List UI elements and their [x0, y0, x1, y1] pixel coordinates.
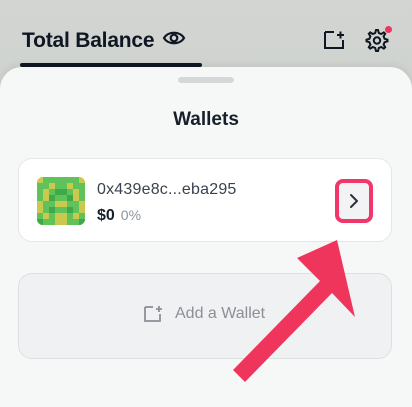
add-card-icon[interactable]	[322, 29, 346, 56]
total-balance-label: Total Balance	[22, 28, 155, 52]
wallet-address: 0x439e8c...eba295	[97, 181, 237, 198]
eye-icon[interactable]	[162, 28, 186, 53]
add-wallet-icon	[144, 306, 162, 322]
add-wallet-button[interactable]: Add a Wallet	[18, 273, 392, 359]
notification-dot	[385, 26, 392, 33]
wallet-change: 0%	[120, 207, 142, 223]
sheet-handle[interactable]	[178, 77, 234, 83]
wallet-avatar	[37, 177, 85, 225]
top-header: Total Balance	[0, 0, 412, 70]
wallet-balance-row: $0 0%	[97, 207, 141, 225]
wallet-card[interactable]: 0x439e8c...eba295 $0 0%	[18, 158, 392, 242]
total-balance[interactable]: Total Balance	[22, 28, 186, 53]
wallets-sheet: Wallets 0x439e8c...eba295 $0 0% Add a Wa…	[0, 67, 412, 407]
add-wallet-label: Add a Wallet	[175, 305, 266, 322]
add-wallet-content: Add a Wallet	[143, 304, 265, 324]
sheet-title: Wallets	[173, 109, 239, 130]
wallet-open-button[interactable]	[335, 179, 373, 223]
chevron-right-icon	[350, 194, 358, 208]
wallet-balance: $0	[97, 207, 115, 224]
